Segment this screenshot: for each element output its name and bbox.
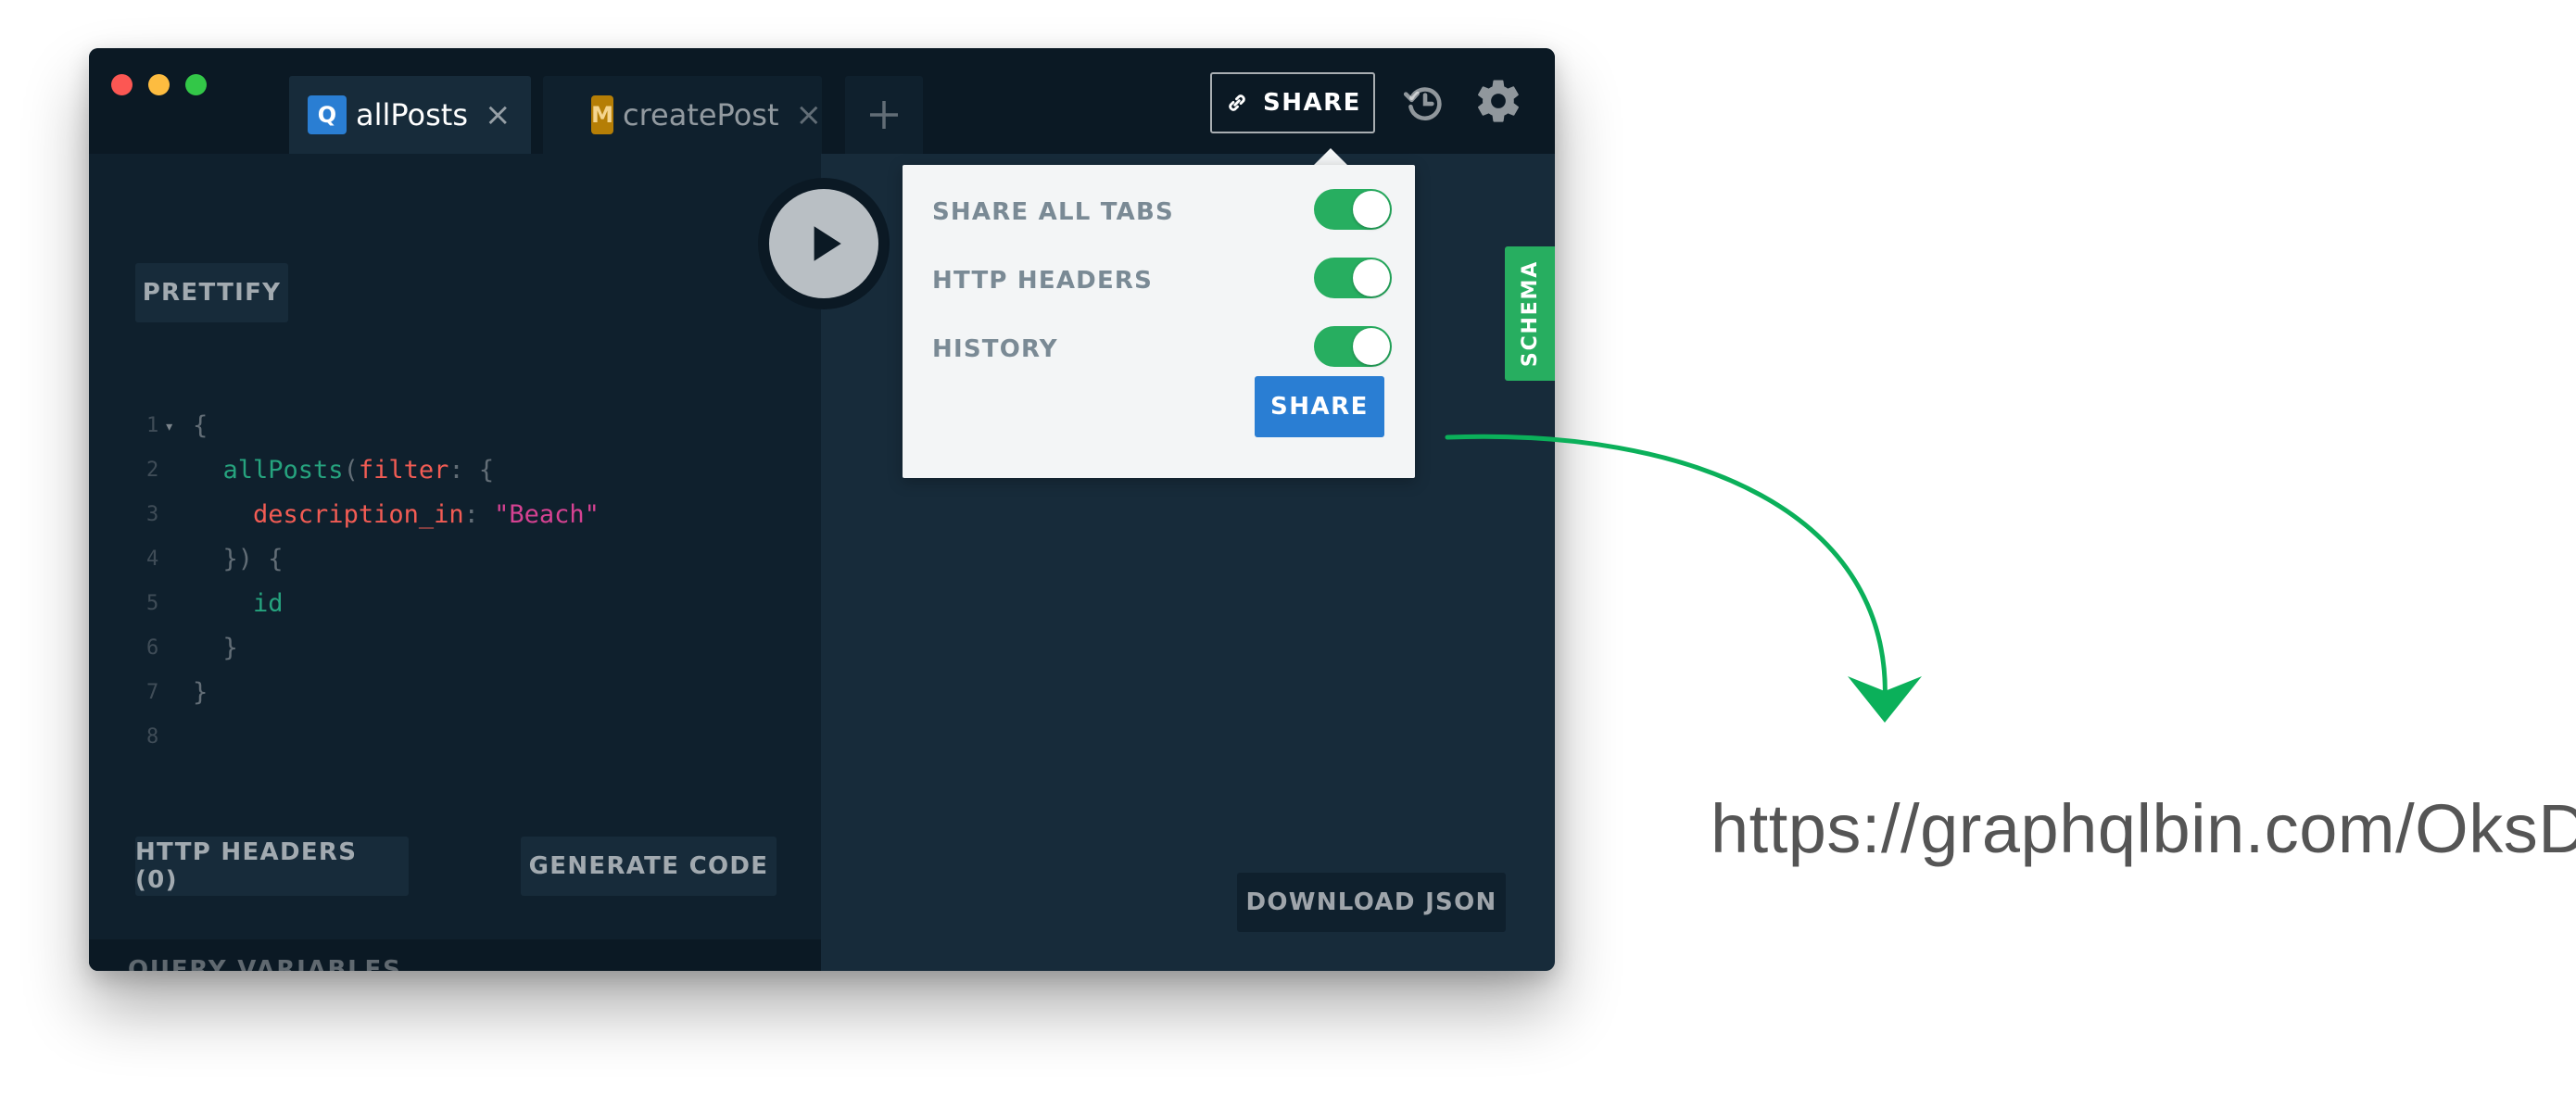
line-number: 7 [146, 681, 159, 704]
line-number: 2 [146, 459, 159, 482]
code-line: 6 } [146, 626, 600, 671]
query-editor-pane[interactable]: PRETTIFY 1 ▾ { 2 allPosts ( filter : { 3 … [89, 154, 821, 971]
code-line: 3 description_in : "Beach" [146, 493, 600, 537]
share-button[interactable]: SHARE [1210, 72, 1375, 133]
share-all-tabs-label: SHARE ALL TABS [932, 198, 1174, 226]
share-all-tabs-toggle[interactable] [1314, 189, 1392, 230]
query-badge: Q [308, 95, 347, 134]
arrow-annotation [1445, 434, 1922, 723]
maximize-window-button[interactable] [185, 74, 207, 95]
tab-createpost[interactable]: M createPost × [543, 76, 822, 154]
query-variables-label: QUERY VARIABLES [128, 956, 402, 971]
mutation-badge: M [591, 95, 613, 134]
minimize-window-button[interactable] [148, 74, 170, 95]
line-number: 1 ▾ [146, 414, 175, 437]
code-text: : [463, 500, 495, 529]
code-text: } [193, 634, 238, 662]
playground-window: M createPost × Q allPosts × SHARE PRETTI… [89, 48, 1555, 971]
http-headers-toggle[interactable] [1314, 258, 1392, 298]
line-number: 5 [146, 592, 159, 615]
title-bar: M createPost × Q allPosts × SHARE [89, 48, 1555, 154]
play-icon [814, 226, 841, 261]
http-headers-label: HTTP HEADERS [932, 267, 1154, 295]
popover-share-button[interactable]: SHARE [1255, 376, 1384, 437]
settings-gear-icon[interactable] [1473, 76, 1523, 126]
line-number: 3 [146, 503, 159, 526]
plus-icon [870, 101, 898, 129]
history-icon[interactable] [1401, 80, 1447, 126]
http-headers-button[interactable]: HTTP HEADERS (0) [135, 837, 409, 896]
share-popover: SHARE ALL TABS HTTP HEADERS HISTORY SHAR… [903, 165, 1415, 478]
schema-tab[interactable]: SCHEMA [1505, 246, 1555, 381]
prettify-button[interactable]: PRETTIFY [135, 263, 288, 322]
line-number: 8 [146, 725, 159, 749]
generate-code-button[interactable]: GENERATE CODE [521, 837, 777, 896]
code-line: 7 } [146, 671, 600, 715]
query-variables-bar[interactable]: QUERY VARIABLES [89, 939, 821, 971]
code-string: "Beach" [494, 500, 600, 529]
history-toggle[interactable] [1314, 326, 1392, 367]
code-text: } [193, 678, 208, 707]
popover-caret [1314, 148, 1347, 165]
line-number: 6 [146, 636, 159, 660]
tab-allposts[interactable]: Q allPosts × [289, 76, 531, 154]
code-field: allPosts [222, 456, 344, 485]
tab-label: createPost [622, 97, 779, 132]
link-icon [1229, 94, 1245, 111]
code-line: 5 id [146, 582, 600, 626]
close-tab-icon[interactable]: × [796, 96, 823, 133]
code-line: 1 ▾ { [146, 404, 600, 448]
download-json-button[interactable]: DOWNLOAD JSON [1237, 873, 1506, 932]
code-text: }) { [193, 545, 284, 573]
close-tab-icon[interactable]: × [485, 96, 511, 133]
schema-tab-label: SCHEMA [1519, 259, 1543, 368]
run-query-button[interactable] [758, 178, 890, 309]
code-line: 8 [146, 715, 600, 760]
code-argument: description_in [253, 500, 464, 529]
query-code[interactable]: 1 ▾ { 2 allPosts ( filter : { 3 descripti… [146, 404, 600, 760]
tab-label: allPosts [356, 97, 469, 132]
line-number: 4 [146, 548, 159, 571]
code-field: id [253, 589, 284, 618]
code-line: 2 allPosts ( filter : { [146, 448, 600, 493]
history-label: HISTORY [932, 335, 1058, 363]
add-tab-button[interactable] [845, 76, 923, 154]
fold-icon[interactable]: ▾ [164, 417, 174, 436]
share-button-label: SHARE [1263, 89, 1361, 117]
code-argument: filter [358, 456, 449, 485]
code-line: 4 }) { [146, 537, 600, 582]
code-text: : { [448, 456, 495, 485]
close-window-button[interactable] [111, 74, 133, 95]
code-text: { [193, 411, 208, 440]
share-url-text: https://graphqlbin.com/OksD [1711, 790, 2576, 867]
code-text: ( [343, 456, 359, 485]
